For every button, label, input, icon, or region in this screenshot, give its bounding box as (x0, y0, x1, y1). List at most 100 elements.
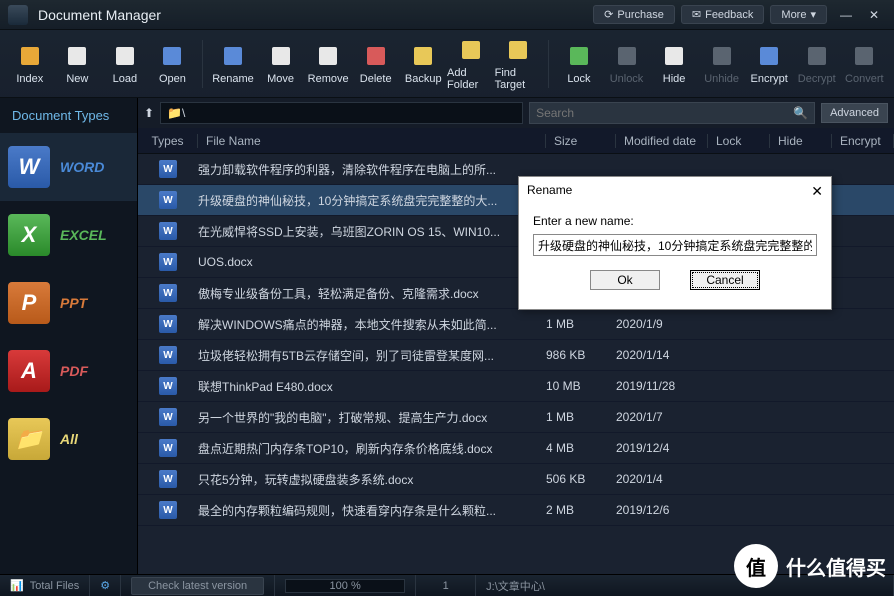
dialog-close-button[interactable]: ✕ (811, 183, 823, 200)
file-size: 2 MB (546, 503, 616, 517)
progress-bar: 100 % (275, 575, 416, 596)
file-size: 986 KB (546, 348, 616, 362)
search-icon[interactable]: 🔍 (793, 106, 808, 120)
toolbar-lock[interactable]: Lock (555, 34, 603, 94)
file-name: 在光威悍将SSD上安装，乌班图ZORIN OS 15、WIN10... (198, 223, 546, 240)
toolbar-new[interactable]: New (54, 34, 102, 94)
category-word[interactable]: WWORD (0, 133, 137, 201)
toolbar-findtarget[interactable]: Find Target (495, 34, 543, 94)
load-icon (111, 42, 139, 70)
hide-icon (660, 42, 688, 70)
purchase-button[interactable]: ⟳ Purchase (593, 5, 675, 24)
decrypt-icon (803, 42, 831, 70)
category-pdf[interactable]: APDF (0, 337, 137, 405)
header-hide[interactable]: Hide (770, 134, 832, 148)
file-modified: 2019/12/6 (616, 503, 708, 517)
table-row[interactable]: W解决WINDOWS痛点的神器，本地文件搜索从未如此简...1 MB2020/1… (138, 309, 894, 340)
table-row[interactable]: W最全的内存颗粒编码规则，快速看穿内存条是什么颗粒...2 MB2019/12/… (138, 495, 894, 526)
file-modified: 2020/1/9 (616, 317, 708, 331)
unlock-icon (613, 42, 641, 70)
minimize-button[interactable]: — (834, 5, 858, 25)
file-name: 联想ThinkPad E480.docx (198, 378, 546, 395)
window-title: Document Manager (38, 7, 161, 23)
toolbar-move[interactable]: Move (257, 34, 305, 94)
file-name: 升级硬盘的神仙秘技，10分钟搞定系统盘完完整整的大... (198, 192, 546, 209)
close-button[interactable]: ✕ (862, 5, 886, 25)
path-value: \ (182, 106, 185, 120)
feedback-button[interactable]: ✉ Feedback (681, 5, 765, 24)
toolbar-load[interactable]: Load (101, 34, 149, 94)
file-size: 10 MB (546, 379, 616, 393)
index-icon (16, 42, 44, 70)
toolbar-encrypt[interactable]: Encrypt (745, 34, 793, 94)
file-modified: 2019/11/28 (616, 379, 708, 393)
toolbar-convert: Convert (841, 34, 889, 94)
toolbar-index[interactable]: Index (6, 34, 54, 94)
ppt-icon: P (8, 282, 50, 324)
pdf-icon: A (8, 350, 50, 392)
sidebar-title: Document Types (0, 98, 137, 133)
rename-input[interactable] (533, 234, 817, 256)
sidebar: Document Types WWORDXEXCELPPPTAPDF📁All (0, 98, 138, 574)
toolbar-backup[interactable]: Backup (399, 34, 447, 94)
header-size[interactable]: Size (546, 134, 616, 148)
file-modified: 2020/1/14 (616, 348, 708, 362)
table-row[interactable]: W盘点近期热门内存条TOP10，刷新内存条价格底线.docx4 MB2019/1… (138, 433, 894, 464)
toolbar-addfolder[interactable]: Add Folder (447, 34, 495, 94)
file-name: 只花5分钟，玩转虚拟硬盘装多系统.docx (198, 471, 546, 488)
header-encrypt[interactable]: Encrypt (832, 134, 894, 148)
path-box[interactable]: 📁 \ (160, 102, 523, 124)
toolbar-delete[interactable]: Delete (352, 34, 400, 94)
header-modified[interactable]: Modified date (616, 134, 708, 148)
toolbar-remove[interactable]: Remove (304, 34, 352, 94)
folder-icon: 📁 (167, 106, 182, 120)
unhide-icon (708, 42, 736, 70)
header-lock[interactable]: Lock (708, 134, 770, 148)
table-row[interactable]: W垃圾佬轻松拥有5TB云存储空间，别了司徒雷登某度网...986 KB2020/… (138, 340, 894, 371)
rename-dialog: Rename ✕ Enter a new name: Ok Cancel (518, 176, 832, 310)
category-all[interactable]: 📁All (0, 405, 137, 473)
word-file-icon: W (159, 439, 177, 457)
header-name[interactable]: File Name (198, 134, 546, 148)
lock-icon (565, 42, 593, 70)
search-box[interactable]: 🔍 (529, 102, 815, 124)
table-row[interactable]: W另一个世界的"我的电脑"，打破常规、提高生产力.docx1 MB2020/1/… (138, 402, 894, 433)
ok-button[interactable]: Ok (590, 270, 660, 290)
word-file-icon: W (159, 253, 177, 271)
backup-icon (409, 42, 437, 70)
more-button[interactable]: More ▾ (770, 5, 827, 24)
toolbar-rename[interactable]: Rename (209, 34, 257, 94)
open-icon (158, 42, 186, 70)
table-row[interactable]: W联想ThinkPad E480.docx10 MB2019/11/28 (138, 371, 894, 402)
check-version-button[interactable]: Check latest version (121, 575, 275, 596)
selection-count: 1 (416, 575, 476, 596)
word-file-icon: W (159, 408, 177, 426)
toolbar-unlock: Unlock (603, 34, 651, 94)
watermark-icon: 值 (734, 544, 778, 588)
table-row[interactable]: W只花5分钟，玩转虚拟硬盘装多系统.docx506 KB2020/1/4 (138, 464, 894, 495)
header-types[interactable]: Types (138, 134, 198, 148)
settings-button[interactable]: ⚙ (90, 575, 121, 596)
main-panel: ⬆ 📁 \ 🔍 Advanced Types File Name Size Mo… (138, 98, 894, 574)
watermark: 值 什么值得买 (734, 544, 886, 588)
file-modified: 2020/1/4 (616, 472, 708, 486)
file-name: 强力卸载软件程序的利器，清除软件程序在电脑上的所... (198, 161, 546, 178)
file-size: 506 KB (546, 472, 616, 486)
advanced-button[interactable]: Advanced (821, 103, 888, 123)
category-excel[interactable]: XEXCEL (0, 201, 137, 269)
toolbar-open[interactable]: Open (149, 34, 197, 94)
toolbar-hide[interactable]: Hide (650, 34, 698, 94)
up-button[interactable]: ⬆ (144, 106, 154, 120)
search-input[interactable] (536, 106, 793, 120)
dialog-label: Enter a new name: (533, 214, 817, 228)
category-ppt[interactable]: PPPT (0, 269, 137, 337)
file-name: 傲梅专业级备份工具，轻松满足备份、克隆需求.docx (198, 285, 546, 302)
total-files-label[interactable]: 📊 Total Files (0, 575, 90, 596)
delete-icon (362, 42, 390, 70)
cancel-button[interactable]: Cancel (690, 270, 760, 290)
word-file-icon: W (159, 284, 177, 302)
all-icon: 📁 (8, 418, 50, 460)
app-logo (8, 5, 28, 25)
main-toolbar: IndexNewLoadOpenRenameMoveRemoveDeleteBa… (0, 30, 894, 98)
column-headers: Types File Name Size Modified date Lock … (138, 128, 894, 154)
